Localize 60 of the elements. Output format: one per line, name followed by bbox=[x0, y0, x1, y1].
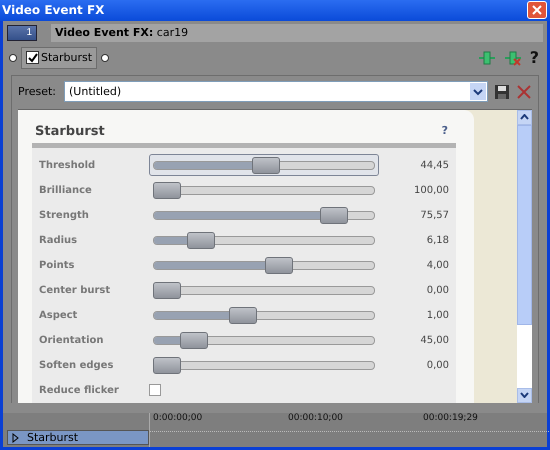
window-title: Video Event FX bbox=[2, 3, 104, 18]
parameter-label: Points bbox=[38, 260, 76, 271]
slider-thumb[interactable] bbox=[153, 182, 181, 200]
parameter-value: 0,00 bbox=[426, 284, 449, 296]
close-button[interactable] bbox=[527, 1, 547, 20]
parameter-label: Soften edges bbox=[38, 360, 114, 371]
parameter-label: Aspect bbox=[38, 310, 78, 321]
help-icon[interactable]: ? bbox=[530, 48, 539, 68]
slider-thumb[interactable] bbox=[153, 282, 181, 300]
parameter-value: 0,00 bbox=[426, 360, 449, 371]
scrollbar[interactable] bbox=[517, 110, 532, 403]
time-label: 0:00:00;00 bbox=[152, 412, 204, 425]
slider-thumb[interactable] bbox=[264, 257, 293, 274]
slider-thumb[interactable] bbox=[228, 307, 257, 324]
parameter-value: 44,45 bbox=[419, 160, 449, 171]
header-text: Video Event FX: car19 bbox=[51, 24, 543, 42]
parameter-value: 6,18 bbox=[426, 234, 449, 246]
delete-icon[interactable] bbox=[516, 84, 532, 100]
plugin-chain-icon[interactable] bbox=[478, 50, 496, 66]
time-label: 00:00:10;00 bbox=[287, 412, 344, 425]
chain-start-icon bbox=[9, 54, 17, 62]
parameter-label: Reduce flicker bbox=[38, 384, 120, 396]
scroll-down-icon[interactable] bbox=[520, 392, 529, 398]
slider-thumb[interactable] bbox=[320, 207, 348, 224]
slider[interactable] bbox=[149, 154, 379, 176]
slider-thumb[interactable] bbox=[153, 357, 181, 374]
parameter-value: 1,00 bbox=[426, 310, 449, 321]
parameter-value: 100,00 bbox=[413, 184, 449, 196]
parameter-label: Radius bbox=[38, 234, 78, 246]
parameter-label: Strength bbox=[38, 210, 90, 221]
plugin-chain-item[interactable]: Starburst bbox=[21, 46, 98, 69]
effect-title: Starburst bbox=[34, 124, 105, 139]
preset-dropdown[interactable]: (Untitled) bbox=[64, 81, 488, 102]
time-label: 00:00:19;29 bbox=[422, 412, 479, 425]
save-icon[interactable] bbox=[494, 84, 510, 100]
parameter-value: 75,57 bbox=[419, 210, 449, 221]
scroll-up-icon[interactable] bbox=[520, 114, 529, 120]
parameter-value: 4,00 bbox=[426, 260, 449, 271]
chain-end-icon bbox=[101, 54, 110, 62]
slider-thumb[interactable] bbox=[180, 332, 208, 350]
parameter-label: Center burst bbox=[38, 284, 112, 296]
timeline-ruler[interactable]: 0:00:00;00 00:00:10;00 00:00:19;29 bbox=[149, 412, 550, 447]
plugin-label: Starburst bbox=[41, 51, 92, 64]
checkbox[interactable] bbox=[26, 51, 39, 64]
slider-thumb[interactable] bbox=[252, 157, 280, 174]
slider-thumb[interactable] bbox=[186, 232, 215, 250]
preset-label: Preset: bbox=[18, 85, 56, 98]
checkbox[interactable] bbox=[149, 384, 161, 396]
close-icon bbox=[531, 4, 543, 16]
track-label: Starburst bbox=[27, 431, 78, 444]
parameter-value: 45,00 bbox=[419, 334, 449, 346]
help-link[interactable]: ? bbox=[442, 124, 448, 139]
dropdown-caret-icon bbox=[473, 88, 483, 96]
parameter-label: Brilliance bbox=[38, 184, 93, 196]
parameter-label: Threshold bbox=[38, 160, 96, 171]
track-row[interactable]: Starburst bbox=[7, 430, 149, 445]
expand-icon[interactable] bbox=[12, 432, 19, 442]
track-number-button[interactable]: 1 bbox=[7, 24, 37, 41]
remove-plugin-icon[interactable] bbox=[504, 50, 522, 66]
parameter-label: Orientation bbox=[38, 334, 104, 346]
